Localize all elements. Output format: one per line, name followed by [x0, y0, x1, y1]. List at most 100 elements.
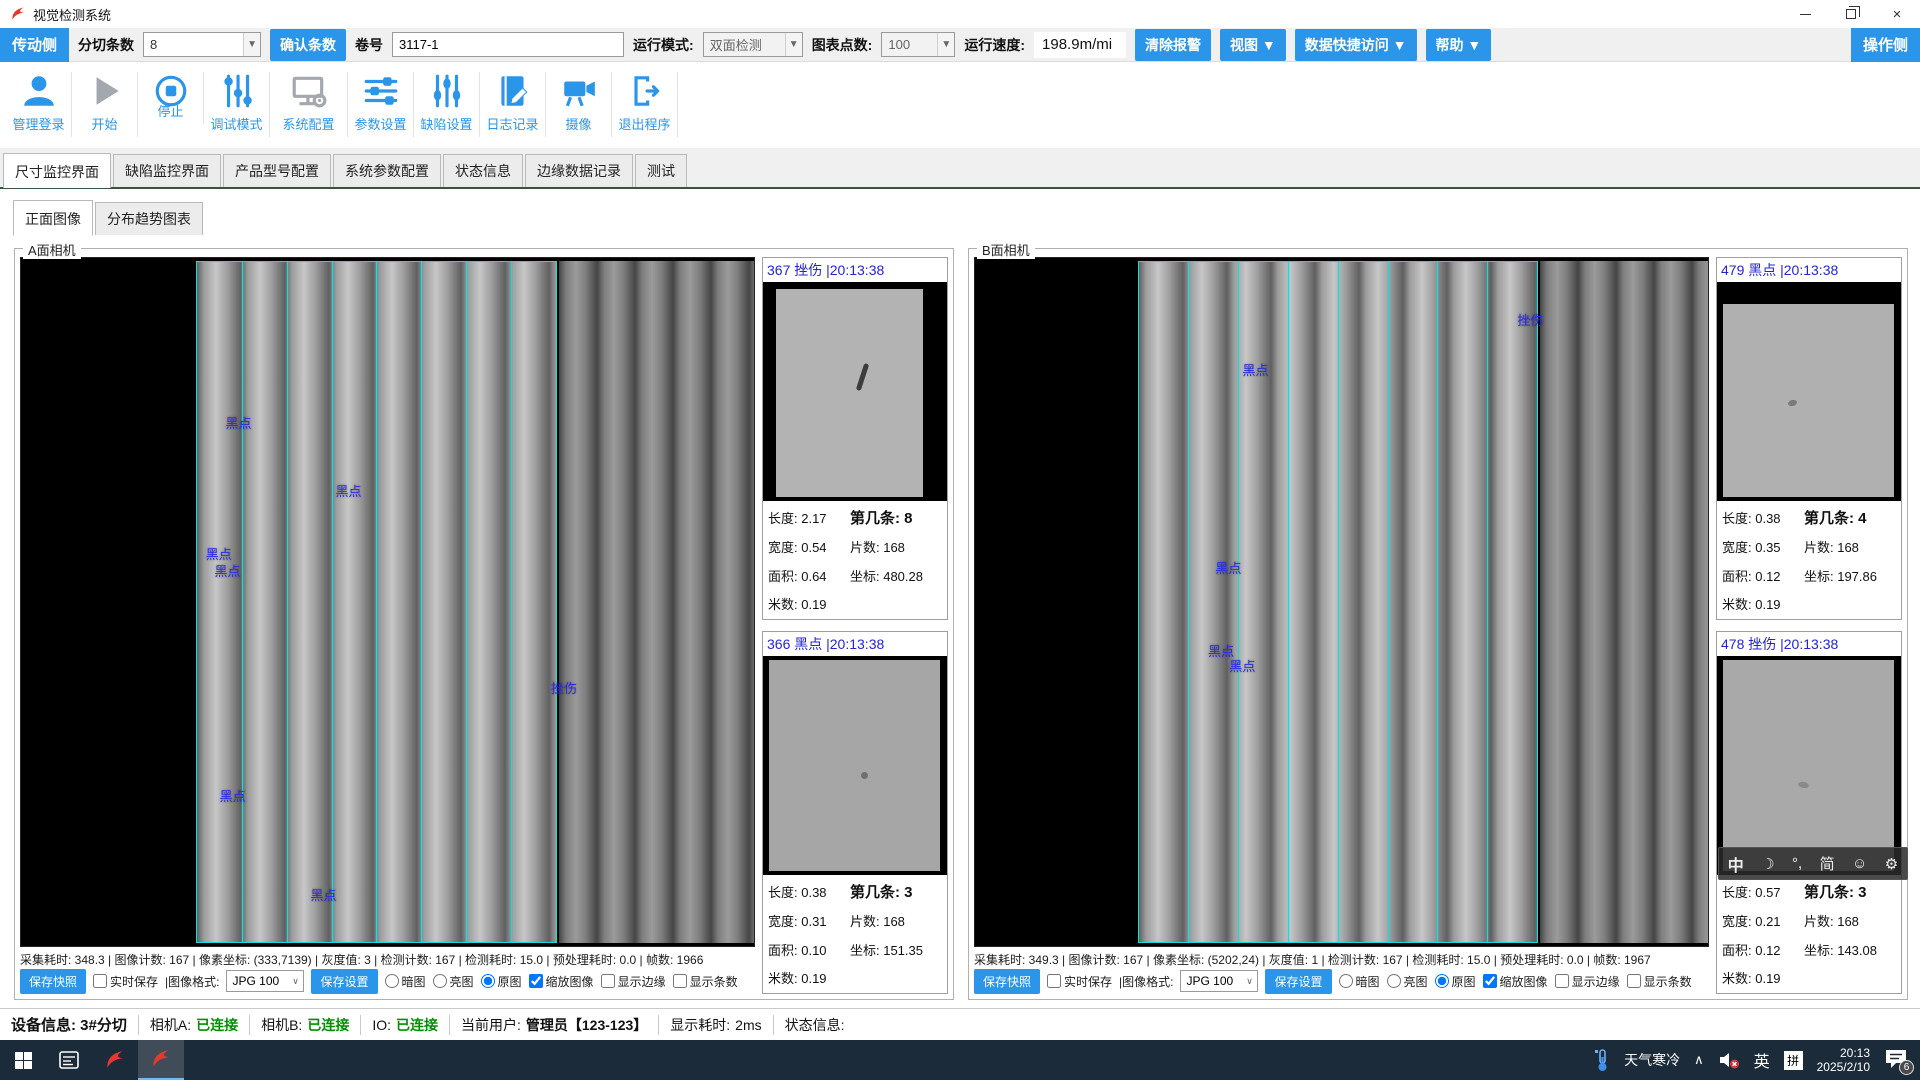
- tab-size-monitor[interactable]: 尺寸监控界面: [3, 153, 111, 188]
- ime-fullwidth-moon-icon[interactable]: ☽: [1761, 855, 1774, 873]
- help-menu-button[interactable]: 帮助 ▼: [1426, 29, 1492, 61]
- running-app-button[interactable]: [138, 1040, 184, 1080]
- tab-defect-monitor[interactable]: 缺陷监控界面: [113, 154, 221, 187]
- show-edge-checkbox[interactable]: 显示边缘: [601, 973, 666, 990]
- defect-card[interactable]: 478 挫伤 |20:13:38 长度: 0.57第几条: 3 宽度: 0.21…: [1716, 631, 1902, 994]
- defect-thumbnail-image: [776, 289, 923, 497]
- taskbar-clock[interactable]: 20:13 2025/2/10: [1817, 1046, 1870, 1074]
- realtime-save-checkbox[interactable]: 实时保存: [93, 973, 158, 990]
- show-count-checkbox[interactable]: 显示条数: [673, 973, 738, 990]
- ime-language-indicator[interactable]: 英: [1754, 1048, 1770, 1072]
- tray-expand-chevron[interactable]: ∧: [1694, 1052, 1704, 1068]
- task-view-button[interactable]: [46, 1040, 92, 1080]
- windows-logo-icon: [15, 1052, 32, 1069]
- zoom-image-checkbox[interactable]: 缩放图像: [1483, 973, 1548, 990]
- restore-button[interactable]: [1828, 0, 1874, 28]
- window-title: 视觉检测系统: [33, 5, 111, 24]
- slice-count-select[interactable]: 8 ▼: [143, 32, 261, 57]
- minimize-button[interactable]: [1782, 0, 1828, 28]
- close-button[interactable]: ×: [1874, 0, 1920, 28]
- realtime-save-input[interactable]: [93, 974, 107, 988]
- tab-front-image[interactable]: 正面图像: [13, 200, 93, 236]
- defect-card[interactable]: 479 黑点 |20:13:38 长度: 0.38第几条: 4 宽度: 0.35…: [1716, 257, 1902, 620]
- original-image-input[interactable]: [481, 974, 495, 988]
- save-settings-button[interactable]: 保存设置: [1265, 969, 1331, 994]
- tab-edge-data-record[interactable]: 边缘数据记录: [525, 154, 633, 187]
- parameter-settings-button[interactable]: 参数设置: [348, 72, 414, 137]
- camera-a-live-image[interactable]: 黑点 黑点 黑点 黑点 挫伤 黑点 黑点: [20, 257, 755, 947]
- realtime-save-checkbox[interactable]: 实时保存: [1047, 973, 1112, 990]
- dark-image-radio[interactable]: 暗图: [385, 973, 426, 990]
- view-menu-button[interactable]: 视图 ▼: [1220, 29, 1286, 61]
- original-image-radio[interactable]: 原图: [1435, 973, 1476, 990]
- realtime-save-input[interactable]: [1047, 974, 1061, 988]
- start-button[interactable]: 开始: [72, 72, 138, 137]
- bright-image-input[interactable]: [433, 974, 447, 988]
- dark-image-radio[interactable]: 暗图: [1339, 973, 1380, 990]
- camera-record-button[interactable]: 摄像: [546, 72, 612, 137]
- show-count-checkbox[interactable]: 显示条数: [1627, 973, 1692, 990]
- defect-card-header: 367 挫伤 |20:13:38: [763, 258, 947, 282]
- show-count-input[interactable]: [1627, 974, 1641, 988]
- save-settings-button[interactable]: 保存设置: [311, 969, 377, 994]
- show-edge-input[interactable]: [601, 974, 615, 988]
- tab-system-param-config[interactable]: 系统参数配置: [333, 154, 441, 187]
- volume-muted-icon[interactable]: [1718, 1051, 1740, 1069]
- bright-image-radio[interactable]: 亮图: [433, 973, 474, 990]
- save-snapshot-button[interactable]: 保存快照: [20, 969, 86, 994]
- strip-outer-zone: [1540, 261, 1708, 944]
- data-quick-access-menu-button[interactable]: 数据快捷访问 ▼: [1295, 29, 1417, 61]
- weather-text[interactable]: 天气寒冷: [1624, 1050, 1680, 1070]
- image-format-select[interactable]: JPG 100∨: [1180, 970, 1258, 992]
- zoom-image-input[interactable]: [1483, 974, 1497, 988]
- log-record-button[interactable]: 日志记录: [480, 72, 546, 137]
- ime-mode-badge[interactable]: 拼: [1784, 1051, 1803, 1070]
- admin-login-button[interactable]: 管理登录: [6, 72, 72, 137]
- action-center-button[interactable]: 6: [1884, 1048, 1910, 1072]
- tab-distribution-trend-chart[interactable]: 分布趋势图表: [95, 202, 203, 235]
- defect-card[interactable]: 366 黑点 |20:13:38 长度: 0.38第几条: 3 宽度: 0.31…: [762, 631, 948, 994]
- tab-test[interactable]: 测试: [635, 154, 687, 187]
- tab-product-model-config[interactable]: 产品型号配置: [223, 154, 331, 187]
- confirm-count-button[interactable]: 确认条数: [270, 29, 346, 61]
- pinned-app-button[interactable]: [92, 1040, 138, 1080]
- strip-boundary-line: [242, 262, 243, 943]
- defect-settings-button[interactable]: 缺陷设置: [414, 72, 480, 137]
- debug-mode-button[interactable]: 调试模式: [204, 72, 270, 137]
- image-format-label: |图像格式:: [165, 973, 219, 990]
- bright-image-radio[interactable]: 亮图: [1387, 973, 1428, 990]
- original-image-input[interactable]: [1435, 974, 1449, 988]
- ime-punctuation-button[interactable]: °,: [1792, 855, 1802, 872]
- strip-boundary-line: [376, 262, 377, 943]
- camera-b-live-image[interactable]: 挫伤 黑点 黑点 黑点 黑点: [974, 257, 1709, 947]
- show-edge-checkbox[interactable]: 显示边缘: [1555, 973, 1620, 990]
- roll-number-input[interactable]: [392, 32, 624, 57]
- io-conn-label: IO:: [372, 1017, 391, 1033]
- bright-image-input[interactable]: [1387, 974, 1401, 988]
- strip-detection-zone: [1138, 261, 1538, 944]
- zoom-image-checkbox[interactable]: 缩放图像: [529, 973, 594, 990]
- ime-simplified-button[interactable]: 简: [1820, 853, 1835, 874]
- show-edge-input[interactable]: [1555, 974, 1569, 988]
- original-image-radio[interactable]: 原图: [481, 973, 522, 990]
- tab-status-info[interactable]: 状态信息: [443, 154, 523, 187]
- stop-button[interactable]: 停止: [138, 72, 204, 124]
- run-mode-select[interactable]: 双面检测 ▼: [703, 32, 803, 57]
- ime-chinese-mode-button[interactable]: 中: [1728, 852, 1744, 876]
- chart-points-select[interactable]: 100 ▼: [881, 32, 955, 57]
- ime-settings-gear-icon[interactable]: ⚙: [1885, 855, 1898, 873]
- dark-image-input[interactable]: [1339, 974, 1353, 988]
- operation-side-button[interactable]: 操作侧: [1851, 28, 1920, 62]
- system-config-button[interactable]: 系统配置: [270, 72, 348, 137]
- save-snapshot-button[interactable]: 保存快照: [974, 969, 1040, 994]
- show-count-input[interactable]: [673, 974, 687, 988]
- image-format-select[interactable]: JPG 100∨: [226, 970, 304, 992]
- exit-program-button[interactable]: 退出程序: [612, 72, 678, 137]
- clear-alarm-button[interactable]: 清除报警: [1135, 29, 1211, 61]
- ime-emoji-button[interactable]: ☺: [1852, 855, 1867, 872]
- defect-card[interactable]: 367 挫伤 |20:13:38 长度: 2.17第几条: 8 宽度: 0.54…: [762, 257, 948, 620]
- dark-image-input[interactable]: [385, 974, 399, 988]
- zoom-image-input[interactable]: [529, 974, 543, 988]
- start-button[interactable]: [0, 1040, 46, 1080]
- transmission-side-button[interactable]: 传动侧: [0, 28, 69, 62]
